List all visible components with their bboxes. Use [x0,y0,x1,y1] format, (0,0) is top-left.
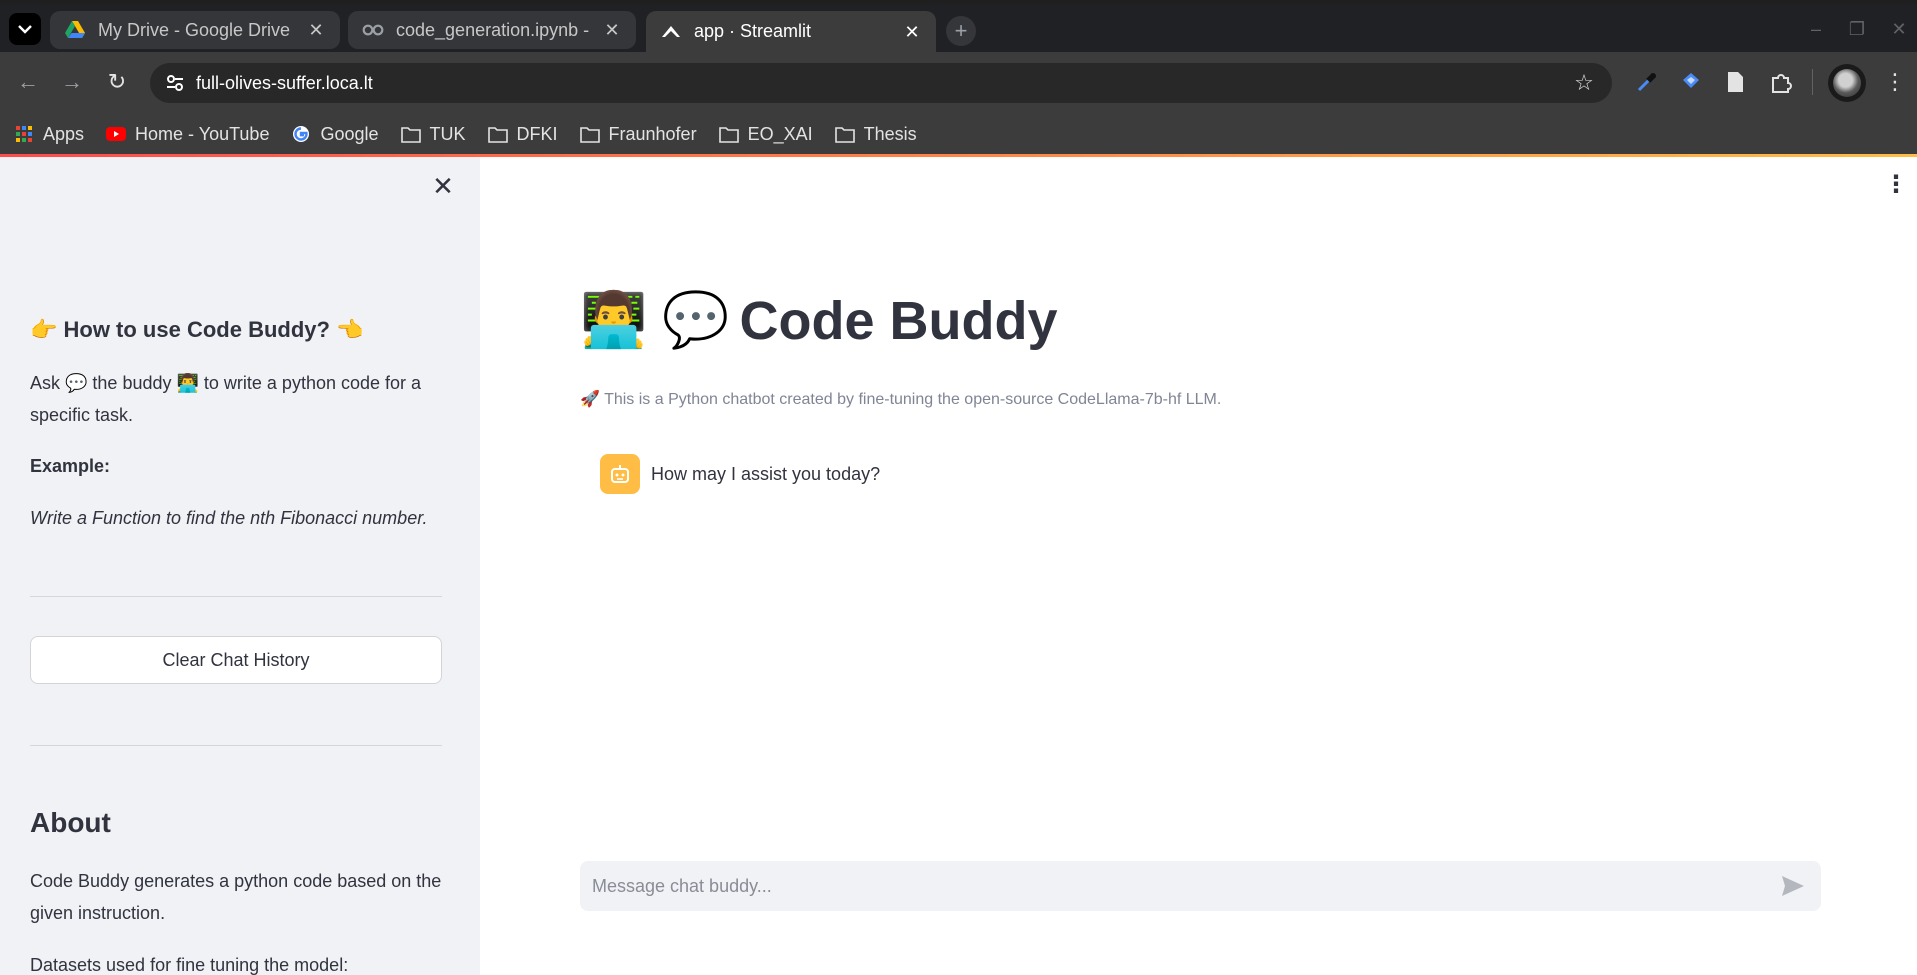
clear-chat-history-button[interactable]: Clear Chat History [30,636,442,684]
bookmark-folder-thesis[interactable]: Thesis [834,123,917,145]
close-window-icon[interactable]: ✕ [1888,18,1910,40]
reload-icon[interactable]: ↻ [102,67,132,97]
tab-google-drive[interactable]: My Drive - Google Drive ✕ [50,11,340,49]
streamlit-icon [660,21,682,43]
document-extension-icon[interactable] [1721,68,1749,96]
forward-icon[interactable]: → [57,67,87,97]
bookmark-star-icon[interactable]: ☆ [1572,71,1596,95]
bot-avatar [600,454,640,494]
restore-icon[interactable]: ❐ [1846,18,1868,40]
page-title: 👨‍💻 💬 Code Buddy [580,289,1057,352]
site-settings-icon[interactable] [164,72,186,94]
example-label: Example: [30,456,111,476]
url-text: full-olives-suffer.loca.lt [196,73,373,93]
bookmark-google[interactable]: Google [291,123,379,145]
close-icon[interactable]: ✕ [902,22,922,42]
bookmark-label: Google [320,123,379,144]
sidebar: ✕ 👉 How to use Code Buddy? 👈 Ask 💬 the b… [0,157,480,975]
bookmark-label: Home - YouTube [135,123,270,144]
main-content: ⋮ 👨‍💻 💬 Code Buddy 🚀 This is a Python ch… [480,157,1917,975]
example-text: Write a Function to find the nth Fibonac… [30,508,428,528]
datasets-text: Datasets used for fine tuning the model: [30,955,349,975]
back-icon[interactable]: ← [13,67,43,97]
google-icon [291,124,311,144]
tab-colab[interactable]: code_generation.ipynb - ✕ [348,11,636,49]
chat-input-container [580,861,1821,911]
title-text: Code Buddy [739,290,1058,351]
bookmark-label: Apps [43,123,85,144]
eyedropper-extension-icon[interactable] [1633,68,1661,96]
browser-menu-icon[interactable]: ⋮ [1881,68,1909,96]
bookmark-label: Thesis [863,123,917,144]
browser-chrome: My Drive - Google Drive ✕ code_generatio… [0,0,1917,154]
close-icon[interactable]: ✕ [306,20,326,40]
profile-avatar[interactable] [1828,64,1866,102]
bookmark-label: TUK [429,123,466,144]
tab-search-button[interactable] [9,13,41,45]
close-icon[interactable]: ✕ [602,20,622,40]
extensions-puzzle-icon[interactable] [1767,68,1795,96]
how-to-text: Ask 💬 the buddy 👨‍💻 to write a python co… [30,373,422,425]
bookmark-label: Fraunhofer [608,123,697,144]
bookmark-folder-eo-xai[interactable]: EO_XAI [718,123,813,145]
bookmark-folder-dfki[interactable]: DFKI [487,123,558,145]
chat-input[interactable] [592,861,1752,911]
tab-strip: My Drive - Google Drive ✕ code_generatio… [0,4,1917,52]
sidebar-divider [30,745,442,746]
folder-icon [718,124,739,144]
sidebar-divider [30,596,442,597]
folder-icon [834,124,855,144]
tab-title: My Drive - Google Drive [98,19,291,40]
folder-icon [487,124,508,144]
tab-streamlit[interactable]: app · Streamlit ✕ [646,11,936,52]
folder-icon [400,124,421,144]
bookmark-label: EO_XAI [747,123,813,144]
toolbar-divider [1812,69,1813,95]
page-caption: 🚀 This is a Python chatbot created by fi… [580,391,1222,408]
how-to-heading: 👉 How to use Code Buddy? 👈 [30,317,364,342]
address-bar[interactable]: full-olives-suffer.loca.lt ☆ [150,63,1612,103]
chevron-down-icon [18,25,32,34]
folder-icon [579,124,600,144]
avatar-image [1833,69,1861,97]
bookmark-folder-fraunhofer[interactable]: Fraunhofer [579,123,697,145]
bookmark-youtube[interactable]: Home - YouTube [106,124,269,145]
bookmarks-bar: Apps Home - YouTube Google TUK DFKI Frau… [0,114,1917,154]
chat-message: How may I assist you today? [600,454,880,494]
google-drive-icon [64,19,86,41]
tab-title: code_generation.ipynb - [396,19,590,40]
about-text: Code Buddy generates a python code based… [30,871,442,923]
about-heading: About [30,807,111,838]
tab-title: app · Streamlit [694,21,812,41]
bookmark-label: DFKI [516,123,558,144]
apps-grid-icon [14,124,34,144]
youtube-icon [106,124,127,144]
minimize-icon[interactable]: – [1805,18,1827,40]
bookmark-folder-tuk[interactable]: TUK [400,123,466,145]
chat-message-text: How may I assist you today? [651,463,881,484]
extension-icon[interactable] [1677,68,1705,96]
send-icon[interactable] [1780,874,1806,898]
browser-toolbar: ← → ↻ full-olives-suffer.loca.lt ☆ ⋮ [0,52,1917,114]
new-tab-button[interactable]: + [946,16,976,46]
app-menu-icon[interactable]: ⋮ [1884,173,1908,197]
robot-icon [611,465,629,483]
close-sidebar-icon[interactable]: ✕ [431,173,455,199]
bookmark-apps[interactable]: Apps [14,124,84,145]
colab-icon [362,19,384,41]
title-emoji: 👨‍💻 💬 [580,290,730,350]
